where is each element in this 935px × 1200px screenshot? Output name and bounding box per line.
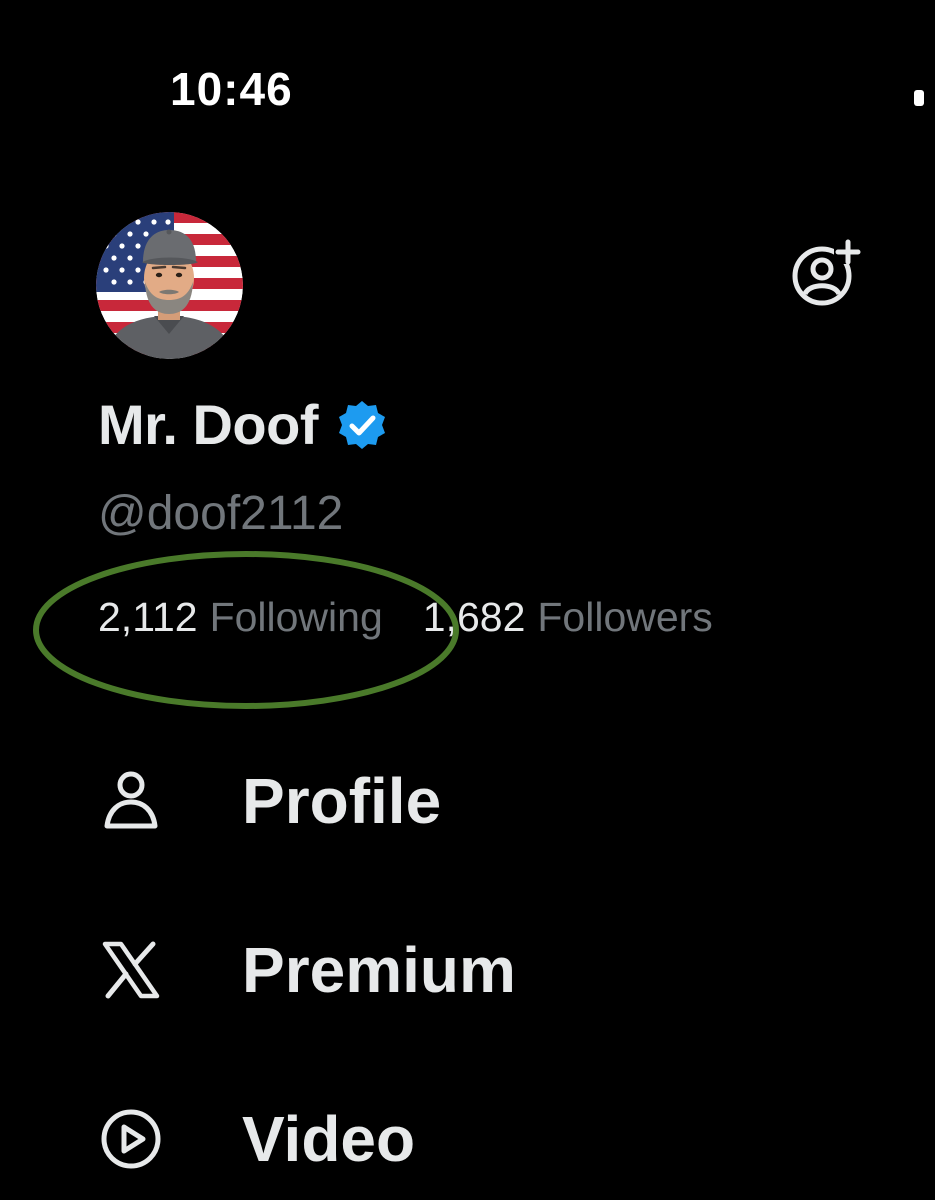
user-handle: @doof2112 [98, 487, 344, 540]
display-name-row: Mr. Doof [98, 392, 388, 457]
menu-item-label: Video [242, 1103, 416, 1175]
cartoon-man-flag-avatar [96, 212, 243, 359]
follow-stats: 2,112 Following 1,682 Followers [98, 594, 713, 641]
person-icon [98, 766, 164, 836]
menu-item-premium[interactable]: Premium [98, 934, 516, 1006]
menu-item-label: Profile [242, 765, 442, 837]
following-label: Following [209, 594, 383, 640]
followers-count: 1,682 [422, 594, 526, 640]
menu-item-video[interactable]: Video [98, 1103, 415, 1175]
add-account-icon[interactable] [788, 236, 862, 306]
verified-badge-icon [336, 399, 388, 451]
menu-item-profile[interactable]: Profile [98, 765, 441, 837]
x-logo-icon [98, 935, 164, 1005]
followers-link[interactable]: 1,682 Followers [423, 594, 713, 641]
play-circle-icon [98, 1104, 164, 1174]
avatar[interactable] [96, 212, 243, 359]
following-link[interactable]: 2,112 Following [98, 594, 383, 641]
display-name: Mr. Doof [98, 393, 318, 456]
menu-item-label: Premium [242, 934, 516, 1006]
followers-label: Followers [537, 594, 713, 640]
status-time: 10:46 [170, 63, 293, 115]
following-count: 2,112 [98, 594, 198, 640]
status-indicator [914, 90, 924, 106]
